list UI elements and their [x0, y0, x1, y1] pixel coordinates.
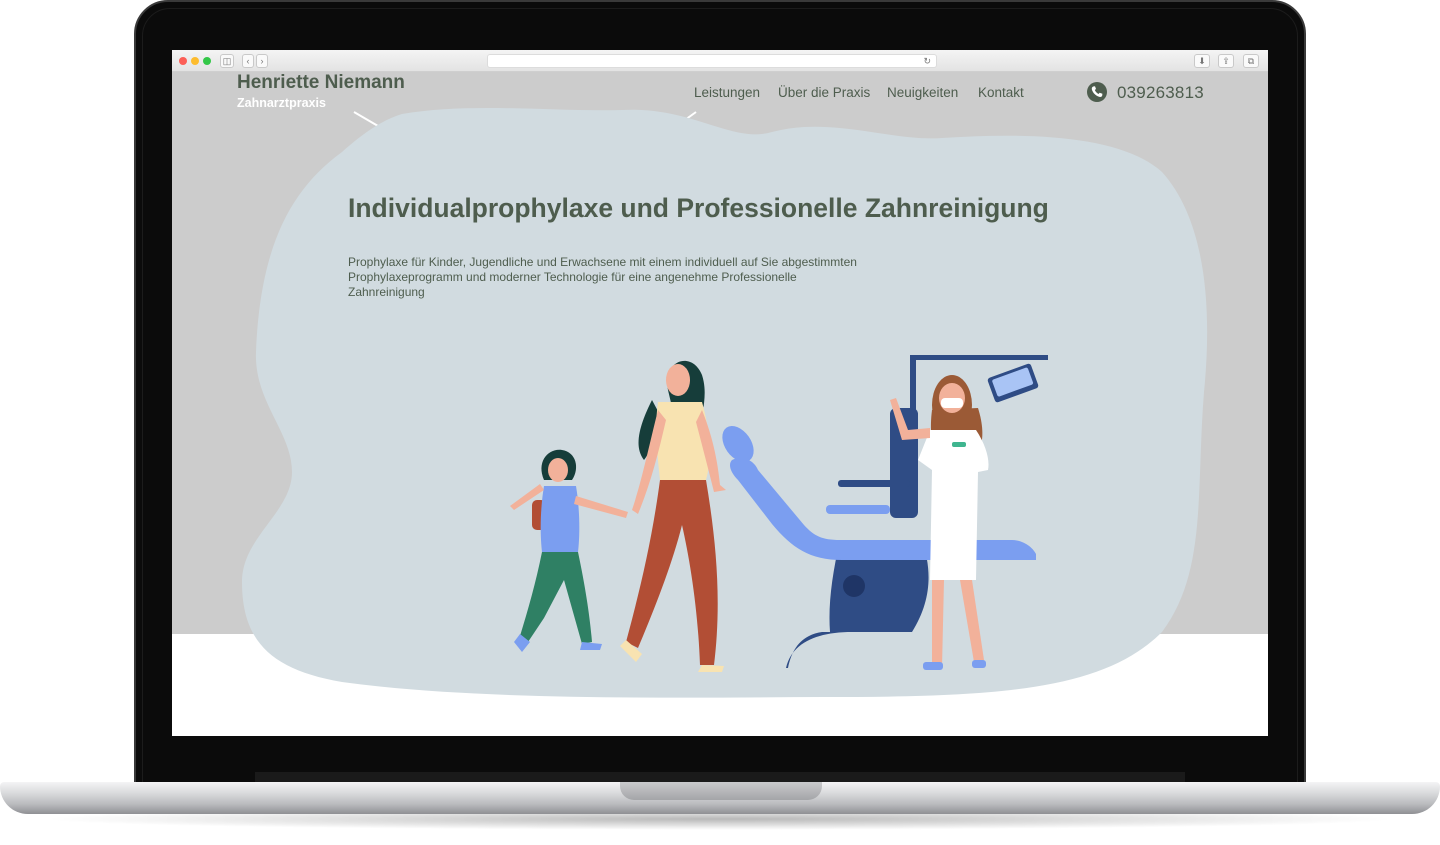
hero-text: Prophylaxe für Kinder, Jugendliche und E… [348, 255, 857, 299]
address-bar[interactable]: ↻ [487, 54, 937, 68]
screen: ◫ ‹ › ↻ ⬇ ⇪ ⧉ Henriette Niemann Zahnarzt… [172, 50, 1268, 736]
chevron-left-icon[interactable]: ‹ [242, 54, 254, 68]
hero-title: Individualprophylaxe und Professionelle … [348, 193, 1049, 223]
nav-kontakt[interactable]: Kontakt [978, 85, 1024, 100]
download-icon[interactable]: ⬇ [1194, 54, 1210, 68]
family-at-dentist-illustration [510, 355, 1048, 672]
web-page: Henriette Niemann Zahnarztpraxis Leistun… [172, 72, 1268, 736]
nav-leistungen[interactable]: Leistungen [694, 85, 760, 100]
phone-icon[interactable] [1087, 82, 1107, 102]
chevron-right-icon[interactable]: › [256, 54, 268, 68]
reload-icon[interactable]: ↻ [923, 55, 931, 68]
browser-toolbar: ◫ ‹ › ↻ ⬇ ⇪ ⧉ [172, 50, 1268, 72]
sidebar-icon[interactable]: ◫ [220, 54, 234, 68]
nav-ueber-die-praxis[interactable]: Über die Praxis [778, 85, 870, 100]
minimize-window-button[interactable] [191, 57, 199, 65]
tabs-icon[interactable]: ⧉ [1243, 54, 1259, 68]
share-icon[interactable]: ⇪ [1218, 54, 1234, 68]
maximize-window-button[interactable] [203, 57, 211, 65]
nav-neuigkeiten[interactable]: Neuigkeiten [887, 85, 958, 100]
brand-name[interactable]: Henriette Niemann [237, 72, 405, 94]
brand-subtitle: Zahnarztpraxis [237, 96, 326, 110]
laptop-mockup: ◫ ‹ › ↻ ⬇ ⇪ ⧉ Henriette Niemann Zahnarzt… [0, 0, 1440, 845]
laptop-notch [620, 782, 822, 800]
phone-number[interactable]: 039263813 [1117, 83, 1204, 103]
close-window-button[interactable] [179, 57, 187, 65]
